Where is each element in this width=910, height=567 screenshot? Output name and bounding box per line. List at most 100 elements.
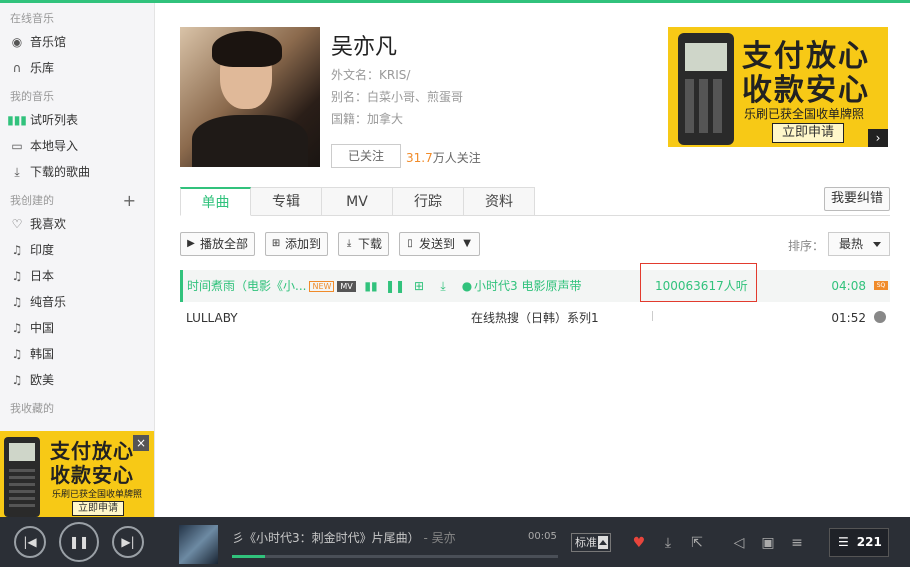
album-cover[interactable] — [179, 525, 218, 564]
lyrics-icon[interactable]: ▣ — [759, 534, 777, 552]
play-mode-icon[interactable]: ≡ — [788, 534, 806, 552]
sidebar-item-india[interactable]: ♫ 印度 — [0, 237, 154, 263]
now-playing: 彡《小时代3：刺金时代》片尾曲） - 吴亦 — [232, 529, 456, 546]
sort-value: 最热 — [839, 237, 864, 251]
pause-icon: ❚❚ — [68, 535, 90, 549]
report-error-button[interactable]: 我要纠错 — [824, 187, 890, 211]
note-icon: ♫ — [11, 269, 23, 283]
song-actions: ▮▮ ❚❚ ⊞ ⤓ ● — [363, 270, 483, 302]
song-album[interactable]: 在线热搜（日韩）系列1 — [471, 302, 599, 334]
song-row[interactable]: LULLABY 在线热搜（日韩）系列1 01:52 — [180, 302, 890, 334]
song-title-cell[interactable]: 时间煮雨（电影《小... NEW MV — [187, 270, 356, 302]
song-duration: 04:08 — [831, 279, 866, 293]
pos-terminal-image — [4, 437, 40, 517]
sidebar-item-pure-music[interactable]: ♫ 纯音乐 — [0, 289, 154, 315]
heart-icon: ♡ — [11, 217, 23, 231]
headphones-icon: ∩ — [12, 61, 22, 75]
section-my-music: 我的音乐 — [10, 90, 54, 103]
sidebar: 在线音乐 ◉ 音乐馆 ∩ 乐库 我的音乐 ▮▮▮ 试听列表 ▭ 本地导入 ⤓ 下… — [0, 3, 155, 517]
sidebar-ad[interactable]: 支付放心 收款安心 乐刷已获全国收单牌照 立即申请 × — [0, 431, 154, 517]
quality-label: 标准 — [575, 536, 597, 549]
sidebar-item-label: 中国 — [30, 321, 55, 335]
sort-dropdown[interactable]: 最热 — [828, 232, 890, 256]
sidebar-item-label: 欧美 — [30, 373, 55, 387]
pause-icon[interactable]: ❚❚ — [385, 278, 405, 294]
now-playing-artist[interactable]: 吴亦 — [432, 531, 456, 545]
note-icon: ♫ — [11, 347, 23, 361]
new-badge: NEW — [309, 281, 335, 292]
send-to-button[interactable]: ▯ 发送到 ▼ — [399, 232, 481, 256]
song-album[interactable]: 小时代3 电影原声带 — [474, 270, 581, 302]
song-title[interactable]: LULLABY — [186, 302, 238, 334]
song-row[interactable]: 时间煮雨（电影《小... NEW MV ▮▮ ❚❚ ⊞ ⤓ ● 小时代3 电影原声带… — [180, 270, 890, 302]
sidebar-item-label: 日本 — [30, 269, 55, 283]
ad-apply-button[interactable]: 立即申请 — [772, 123, 844, 143]
sq-quality-badge: SQ — [874, 281, 888, 290]
sidebar-item-favorites[interactable]: ♡ 我喜欢 — [0, 211, 154, 237]
now-playing-separator: - — [419, 531, 432, 545]
artist-photo — [180, 27, 320, 167]
next-track-button[interactable]: ▶| — [112, 526, 144, 558]
sidebar-item-korea[interactable]: ♫ 韩国 — [0, 341, 154, 367]
bars-icon: ▮▮▮ — [7, 113, 27, 127]
volume-icon[interactable]: ◁ — [730, 534, 748, 552]
ad-banner[interactable]: 支付放心 收款安心 乐刷已获全国收单牌照 立即申请 › — [668, 27, 888, 147]
add-icon[interactable]: ⊞ — [411, 278, 427, 294]
sidebar-item-downloads[interactable]: ⤓ 下载的歌曲 — [0, 159, 154, 185]
progress-bar[interactable] — [232, 555, 558, 558]
elapsed-time: 00:05 — [528, 531, 557, 542]
mv-badge[interactable]: MV — [337, 281, 356, 292]
close-icon[interactable]: × — [133, 435, 149, 451]
song-toolbar: ▶ 播放全部 ⊞ 添加到 ⤓ 下载 ▯ 发送到 ▼ — [180, 232, 490, 256]
sidebar-item-local-import[interactable]: ▭ 本地导入 — [0, 133, 154, 159]
tab-mv[interactable]: MV — [322, 187, 393, 216]
more-icon[interactable]: ● — [459, 278, 475, 294]
sidebar-item-label: 试听列表 — [30, 113, 79, 127]
sidebar-item-label: 乐库 — [30, 61, 55, 75]
sidebar-item-china[interactable]: ♫ 中国 — [0, 315, 154, 341]
tab-singles[interactable]: 单曲 — [180, 187, 251, 216]
follow-button[interactable]: 已关注 — [331, 144, 401, 168]
play-all-button[interactable]: ▶ 播放全部 — [180, 232, 256, 256]
sidebar-item-label: 印度 — [30, 243, 55, 257]
heart-icon[interactable]: ♥ — [630, 534, 648, 552]
phone-icon: ▯ — [407, 238, 413, 249]
artist-tabs: 单曲 专辑 MV 行踪 资料 — [180, 187, 890, 216]
sidebar-item-label: 韩国 — [30, 347, 55, 361]
sidebar-item-trial-list[interactable]: ▮▮▮ 试听列表 — [0, 107, 154, 133]
note-icon: ♫ — [11, 373, 23, 387]
playlist-button[interactable]: ☰ 221 — [829, 528, 889, 557]
sidebar-item-western[interactable]: ♫ 欧美 — [0, 367, 154, 393]
sidebar-item-music-hall[interactable]: ◉ 音乐馆 — [0, 29, 154, 55]
sidebar-item-library[interactable]: ∩ 乐库 — [0, 55, 154, 81]
play-all-label: 播放全部 — [200, 237, 249, 251]
add-playlist-icon[interactable]: + — [123, 191, 136, 211]
playing-bars-icon: ▮▮ — [364, 279, 378, 293]
sidebar-item-label: 下载的歌曲 — [30, 165, 91, 179]
highlight-annotation-box — [640, 263, 757, 302]
column-divider — [652, 311, 653, 321]
plus-box-icon: ⊞ — [271, 238, 281, 249]
tab-profile[interactable]: 资料 — [464, 187, 535, 216]
download-button[interactable]: ⤓ 下载 — [338, 232, 390, 256]
section-collected: 我收藏的 — [10, 402, 54, 415]
song-title: 时间煮雨（电影《小... — [187, 279, 307, 293]
previous-track-button[interactable]: |◀ — [14, 526, 46, 558]
tab-whereabouts[interactable]: 行踪 — [393, 187, 464, 216]
add-to-button[interactable]: ⊞ 添加到 — [265, 232, 329, 256]
progress-fill — [232, 555, 265, 558]
download-icon[interactable]: ⤓ — [435, 278, 451, 294]
quality-selector[interactable]: 标准 — [571, 533, 611, 552]
ad-subtitle: 乐刷已获全国收单牌照 — [52, 490, 143, 500]
sidebar-item-label: 纯音乐 — [30, 295, 67, 309]
tab-albums[interactable]: 专辑 — [251, 187, 322, 216]
pause-button[interactable]: ❚❚ — [59, 522, 99, 562]
share-icon[interactable]: ⇱ — [688, 534, 706, 552]
section-online-music: 在线音乐 — [10, 12, 54, 25]
chevron-down-icon: ▼ — [463, 238, 471, 249]
chevron-right-icon[interactable]: › — [868, 129, 888, 147]
sidebar-item-japan[interactable]: ♫ 日本 — [0, 263, 154, 289]
ad-headline-2: 收款安心 — [50, 463, 134, 487]
ad-apply-button[interactable]: 立即申请 — [72, 501, 124, 516]
download-icon[interactable]: ⤓ — [659, 534, 677, 552]
